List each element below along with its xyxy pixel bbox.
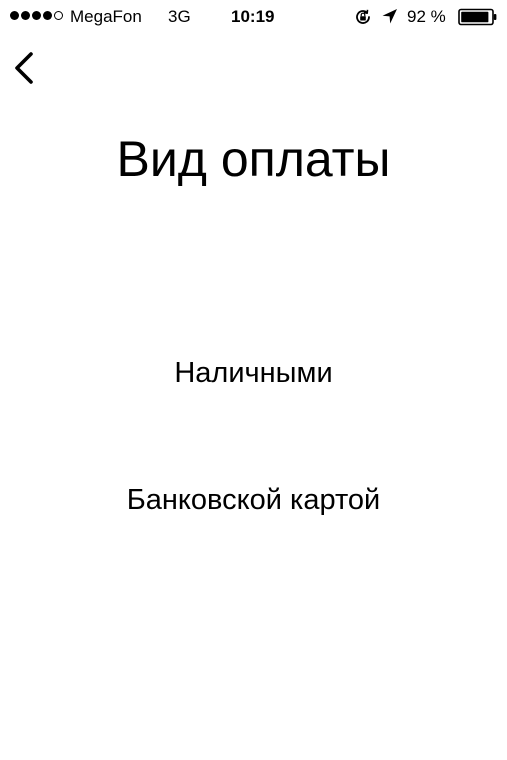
rotation-lock-icon	[356, 9, 370, 24]
signal-dot	[43, 11, 52, 20]
chevron-left-icon	[15, 52, 33, 84]
network-type: 3G	[168, 7, 191, 26]
carrier-name: MegaFon	[70, 7, 142, 26]
status-bar: MegaFon 3G 10:19 92 %	[0, 0, 507, 34]
payment-option-bank-card[interactable]: Банковской картой	[0, 480, 507, 520]
signal-dot	[10, 11, 19, 20]
signal-dot	[21, 11, 30, 20]
signal-dot	[54, 11, 63, 20]
battery-icon	[458, 8, 497, 26]
signal-strength-icon	[10, 11, 63, 20]
battery-percent: 92 %	[407, 7, 446, 26]
signal-dot	[32, 11, 41, 20]
location-arrow-icon	[382, 9, 397, 24]
back-button[interactable]	[9, 48, 43, 88]
payment-option-cash[interactable]: Наличными	[0, 353, 507, 393]
status-time: 10:19	[231, 7, 275, 26]
page-title: Вид оплаты	[116, 131, 391, 187]
